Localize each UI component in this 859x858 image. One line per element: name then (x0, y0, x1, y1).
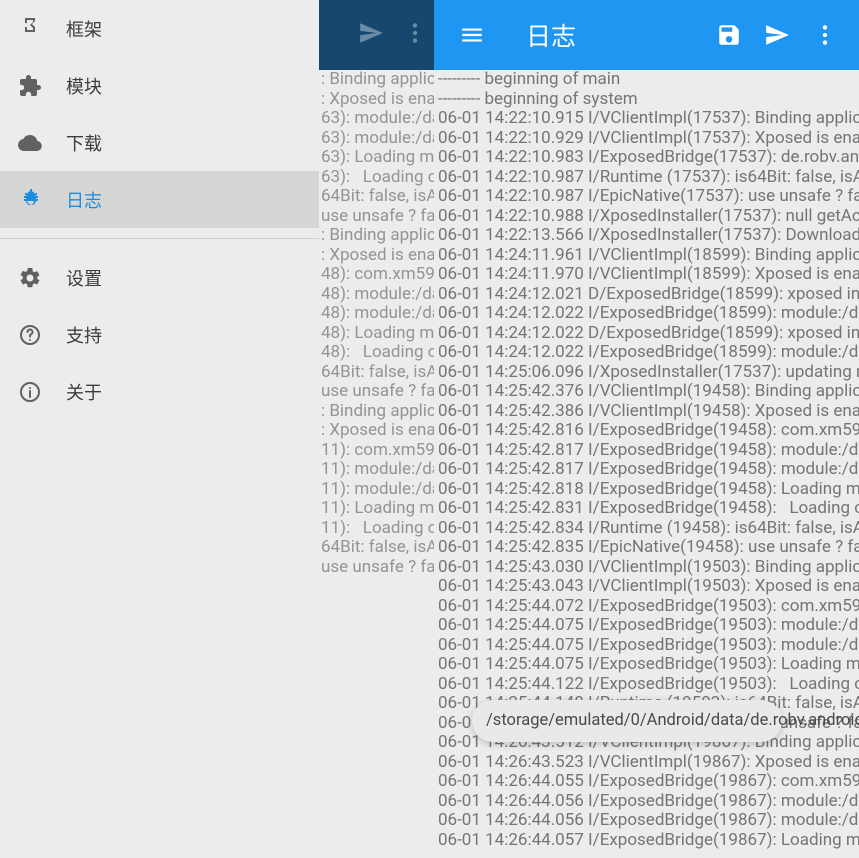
drawer-label: 模块 (66, 73, 102, 99)
send-icon[interactable] (358, 20, 384, 50)
drawer-label: 框架 (66, 16, 102, 42)
save-icon[interactable] (705, 22, 753, 48)
drawer-label: 支持 (66, 322, 102, 348)
drawer-label: 下载 (66, 130, 102, 156)
logs-icon (18, 188, 66, 212)
drawer-divider (0, 238, 319, 239)
drawer-item-modules[interactable]: 模块 (0, 57, 319, 114)
background-log-text: : Binding applic. : Xposed is enal 63): … (319, 70, 434, 858)
drawer-item-logs[interactable]: 日志 (0, 171, 319, 228)
drawer-label: 关于 (66, 379, 102, 405)
more-icon[interactable] (801, 22, 849, 48)
background-appbar (319, 0, 434, 70)
more-icon[interactable] (402, 20, 428, 50)
drawer-item-framework[interactable]: 框架 (0, 0, 319, 57)
download-icon (18, 131, 66, 155)
toast-message: /storage/emulated/0/Android/data/de.robv… (472, 700, 782, 742)
drawer-label: 日志 (66, 187, 102, 213)
modules-icon (18, 74, 66, 98)
drawer-item-support[interactable]: 支持 (0, 306, 319, 363)
drawer-label: 设置 (66, 265, 102, 291)
drawer-item-about[interactable]: 关于 (0, 363, 319, 420)
appbar: 日志 (434, 0, 859, 70)
send-icon[interactable] (753, 22, 801, 48)
appbar-title: 日志 (526, 17, 705, 53)
navigation-drawer: 框架 模块 下载 日志 设置 支持 关于 (0, 0, 319, 858)
menu-icon[interactable] (448, 22, 496, 48)
support-icon (18, 323, 66, 347)
drawer-item-settings[interactable]: 设置 (0, 249, 319, 306)
framework-icon (18, 17, 66, 41)
drawer-item-download[interactable]: 下载 (0, 114, 319, 171)
settings-icon (18, 266, 66, 290)
about-icon (18, 380, 66, 404)
